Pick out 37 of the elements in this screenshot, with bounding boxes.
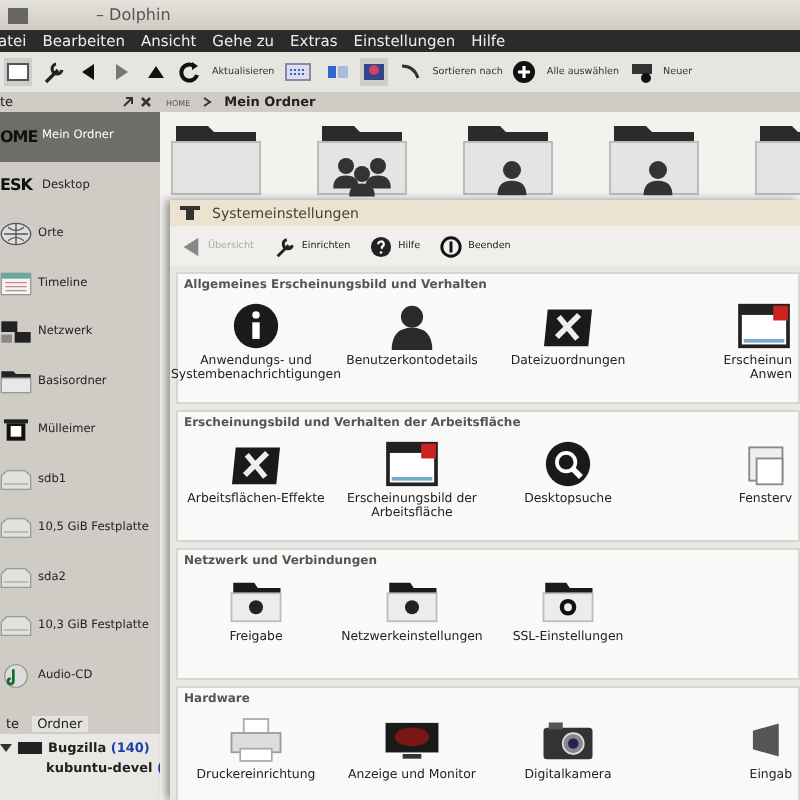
trash-icon [0,416,32,445]
icon-view-icon[interactable] [284,60,317,84]
panel-toggle-icon[interactable] [4,58,32,86]
caret-icon[interactable] [0,742,12,754]
info-icon [228,302,284,350]
folder-icon [0,367,32,396]
hard-drive-icon [0,514,32,543]
folder-globe-icon [384,578,440,626]
hard-drive-icon [0,612,32,641]
wrench-icon[interactable] [42,60,66,84]
icon-label: ESK [0,176,35,195]
disc-icon [0,661,32,690]
power-icon [440,235,463,257]
font-sample-icon [736,302,792,350]
preview-icon[interactable] [360,58,389,86]
search-icon [540,440,596,488]
calendar-icon [0,269,32,298]
refresh-icon[interactable] [178,60,202,84]
wrench-icon [273,235,296,257]
plus-icon[interactable] [512,60,537,84]
chevron-icon [202,96,213,108]
icon-label: OME [0,127,36,146]
network-icon [0,318,32,347]
close-icon[interactable] [140,96,152,108]
window-title: – Dolphin [96,6,171,24]
folder-globe-icon [228,578,284,626]
folder-ring-icon [540,578,596,626]
hard-drive-icon [0,465,32,494]
folder-icon [18,742,42,754]
details-view-icon[interactable] [326,60,351,84]
printer-icon [228,716,284,764]
back-arrow-icon [180,235,202,257]
globe-icon [0,220,32,249]
font-sample-icon [384,440,440,488]
detach-icon[interactable] [122,96,134,108]
help-icon [370,235,393,257]
hard-drive-icon [0,563,32,592]
